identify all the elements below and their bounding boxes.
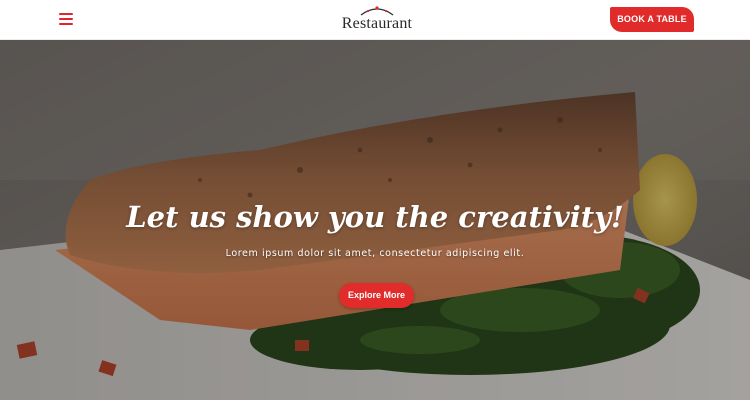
explore-more-button[interactable]: Explore More xyxy=(339,283,414,308)
hamburger-menu-icon[interactable] xyxy=(59,12,73,25)
menu-bar xyxy=(59,23,73,25)
hero-title: Let us show you the creativity! xyxy=(126,200,624,234)
hero-banner: Let us show you the creativity! Lorem ip… xyxy=(0,40,750,400)
site-header: Restaurant BOOK A TABLE xyxy=(0,0,750,40)
site-logo[interactable]: Restaurant xyxy=(336,4,418,34)
page: Restaurant BOOK A TABLE Let us show you … xyxy=(0,0,750,400)
menu-bar xyxy=(59,18,73,20)
logo-text: Restaurant xyxy=(341,15,413,32)
menu-bar xyxy=(59,13,73,15)
hero-subtitle: Lorem ipsum dolor sit amet, consectetur … xyxy=(225,248,525,259)
book-a-table-button[interactable]: BOOK A TABLE xyxy=(610,7,694,32)
